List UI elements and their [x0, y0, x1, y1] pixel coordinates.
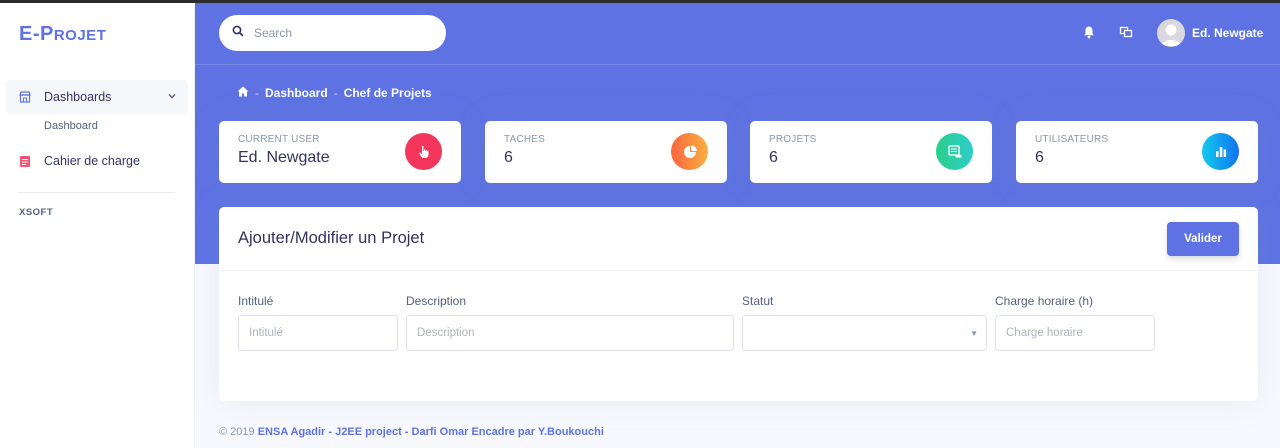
document-icon: [18, 154, 32, 168]
footer-copyright: © 2019: [219, 426, 255, 438]
database-icon: [936, 133, 973, 170]
stat-card-utilisateurs: UTILISATEURS 6: [1016, 121, 1258, 183]
breadcrumb-dashboard[interactable]: Dashboard: [265, 86, 328, 100]
breadcrumb-separator: -: [333, 86, 338, 100]
sidebar-item-cahier-de-charge[interactable]: Cahier de charge: [6, 144, 188, 178]
user-name: Ed. Newgate: [1192, 26, 1264, 40]
breadcrumb-current: Chef de Projets: [343, 86, 432, 100]
home-icon[interactable]: [237, 86, 249, 100]
windows-icon[interactable]: [1119, 25, 1135, 41]
stat-card-current-user: CURRENT USER Ed. Newgate: [219, 121, 461, 183]
statut-label: Statut: [742, 294, 774, 308]
sidebar-heading: XSOFT: [19, 207, 54, 218]
breadcrumb: - Dashboard - Chef de Projets: [237, 86, 432, 100]
sidebar: E-PROJET Dashboards Dashboard Cahier de …: [0, 3, 195, 448]
bar-chart-icon: [1202, 133, 1239, 170]
intitule-label: Intitulé: [238, 294, 274, 308]
footer-link[interactable]: ENSA Agadir - J2EE project - Darfi Omar …: [258, 426, 604, 438]
form-title: Ajouter/Modifier un Projet: [238, 229, 425, 247]
intitule-input[interactable]: [238, 315, 398, 351]
pie-chart-icon: [671, 133, 708, 170]
description-label: Description: [406, 294, 467, 308]
store-icon: [18, 90, 32, 104]
topnav-divider: [195, 64, 1280, 65]
search-bar[interactable]: [219, 15, 446, 51]
avatar: [1157, 19, 1185, 47]
valider-button[interactable]: Valider: [1167, 222, 1239, 256]
breadcrumb-separator: -: [255, 86, 259, 100]
charge-horaire-label: Charge horaire (h): [995, 294, 1094, 308]
description-input[interactable]: [406, 315, 734, 351]
caret-down-icon: ▼: [970, 329, 978, 338]
stat-card-projets: PROJETS 6: [750, 121, 992, 183]
project-form-card: Ajouter/Modifier un Projet Valider Intit…: [219, 207, 1258, 401]
search-icon: [232, 24, 244, 42]
sidebar-item-label: Dashboards: [44, 90, 112, 104]
main-content: Ed. Newgate - Dashboard - Chef de Projet…: [195, 3, 1280, 448]
sidebar-item-label: Cahier de charge: [44, 154, 140, 168]
sidebar-subitem-dashboard[interactable]: Dashboard: [44, 120, 98, 132]
card-header: Ajouter/Modifier un Projet Valider: [219, 207, 1258, 271]
bell-icon[interactable]: [1082, 25, 1098, 41]
sidebar-item-dashboards[interactable]: Dashboards: [6, 80, 188, 114]
hand-pointer-icon: [405, 133, 442, 170]
sidebar-divider: [18, 192, 175, 193]
charge-horaire-input[interactable]: [995, 315, 1155, 351]
user-menu[interactable]: Ed. Newgate: [1157, 19, 1263, 47]
stat-card-taches: TACHES 6: [485, 121, 727, 183]
search-input[interactable]: [254, 26, 424, 40]
footer: © 2019 ENSA Agadir - J2EE project - Darf…: [219, 426, 604, 438]
brand-logo[interactable]: E-PROJET: [19, 23, 106, 46]
statut-select[interactable]: ▼: [742, 315, 987, 351]
chevron-down-icon: [166, 90, 178, 102]
